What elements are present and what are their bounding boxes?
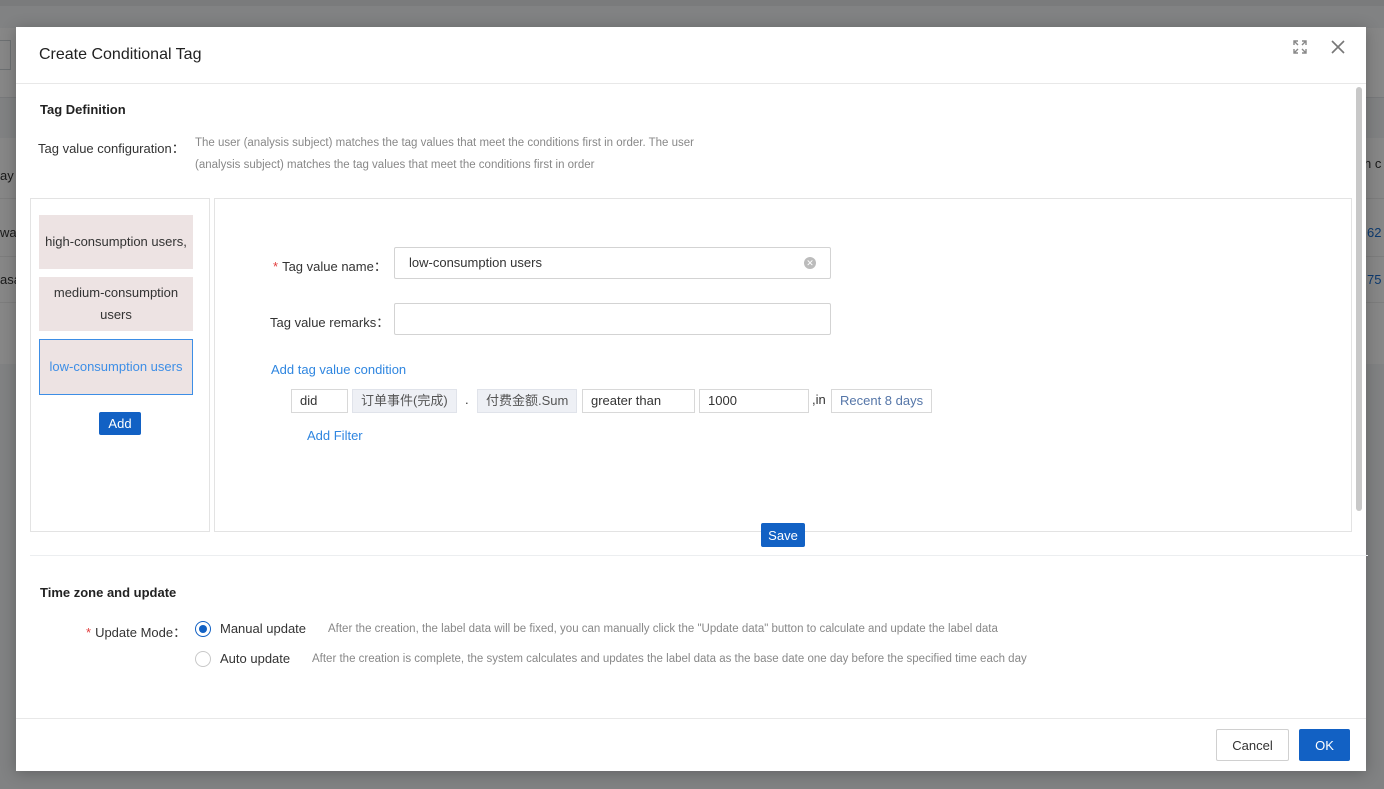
condition-dot: . xyxy=(465,392,469,407)
tag-value-config-label: Tag value configuration： xyxy=(38,141,185,156)
tag-value-item-label: low-consumption users xyxy=(49,359,183,374)
clear-input-icon[interactable]: ✕ xyxy=(804,257,816,269)
tag-value-item-label: medium-consumption users xyxy=(53,285,179,322)
auto-update-label[interactable]: Auto update xyxy=(220,651,290,666)
ok-button[interactable]: OK xyxy=(1299,729,1350,761)
tag-definition-title: Tag Definition xyxy=(40,102,126,117)
condition-operator-select[interactable]: greater than xyxy=(582,389,695,413)
add-filter-link[interactable]: Add Filter xyxy=(307,428,363,443)
auto-update-description: After the creation is complete, the syst… xyxy=(312,653,1027,665)
auto-update-radio[interactable] xyxy=(195,651,211,667)
manual-update-label[interactable]: Manual update xyxy=(220,621,306,636)
manual-update-radio[interactable] xyxy=(195,621,211,637)
required-mark: * xyxy=(273,259,279,274)
add-tag-value-button[interactable]: Add xyxy=(99,412,141,435)
tag-value-list-panel: high-consumption users, medium-consumpti… xyxy=(30,198,210,532)
modal-header: Create Conditional Tag xyxy=(16,27,1366,84)
tag-value-item-low[interactable]: low-consumption users xyxy=(39,339,193,395)
section-divider xyxy=(30,555,1368,556)
tag-value-remarks-input[interactable] xyxy=(394,303,831,335)
tag-value-name-label-text: Tag value name： xyxy=(282,259,387,274)
modal-scrollbar[interactable] xyxy=(1356,87,1362,511)
modal-footer: Cancel OK xyxy=(16,718,1366,771)
condition-subject-select[interactable]: did xyxy=(291,389,348,413)
tag-value-name-input[interactable]: low-consumption users ✕ xyxy=(394,247,831,279)
modal-title: Create Conditional Tag xyxy=(39,46,202,63)
tag-value-item-medium[interactable]: medium-consumption users xyxy=(39,277,193,331)
tag-value-name-value: low-consumption users xyxy=(409,255,542,270)
create-conditional-tag-dialog: Create Conditional Tag Tag Definition Ta… xyxy=(16,27,1368,771)
update-mode-label: * Update Mode： xyxy=(86,622,186,641)
time-zone-update-title: Time zone and update xyxy=(40,585,177,600)
add-tag-value-condition-link[interactable]: Add tag value condition xyxy=(271,362,406,377)
condition-metric-select[interactable]: 付费金额.Sum xyxy=(477,389,578,413)
tag-value-config-description: The user (analysis subject) matches the … xyxy=(195,137,695,171)
update-mode-label-text: Update Mode： xyxy=(95,625,187,640)
tag-value-item-label: high-consumption users, xyxy=(45,234,187,249)
manual-update-description: After the creation, the label data will … xyxy=(328,623,998,635)
condition-value-input[interactable]: 1000 xyxy=(699,389,809,413)
condition-event-select[interactable]: 订单事件(完成) xyxy=(352,389,457,413)
cancel-button[interactable]: Cancel xyxy=(1216,729,1289,761)
tag-value-item-high[interactable]: high-consumption users, xyxy=(39,215,193,269)
condition-time-range-select[interactable]: Recent 8 days xyxy=(831,389,933,413)
tag-value-form-panel: * Tag value name： low-consumption users ✕… xyxy=(214,198,1352,532)
tag-value-name-label: * Tag value name： xyxy=(273,256,387,275)
save-tag-value-button[interactable]: Save xyxy=(761,523,805,547)
condition-in-text: ,in xyxy=(812,392,826,407)
required-mark: * xyxy=(86,625,92,640)
expand-icon[interactable] xyxy=(1289,36,1311,58)
close-icon[interactable] xyxy=(1327,36,1349,58)
tag-value-remarks-label: Tag value remarks： xyxy=(270,315,390,330)
